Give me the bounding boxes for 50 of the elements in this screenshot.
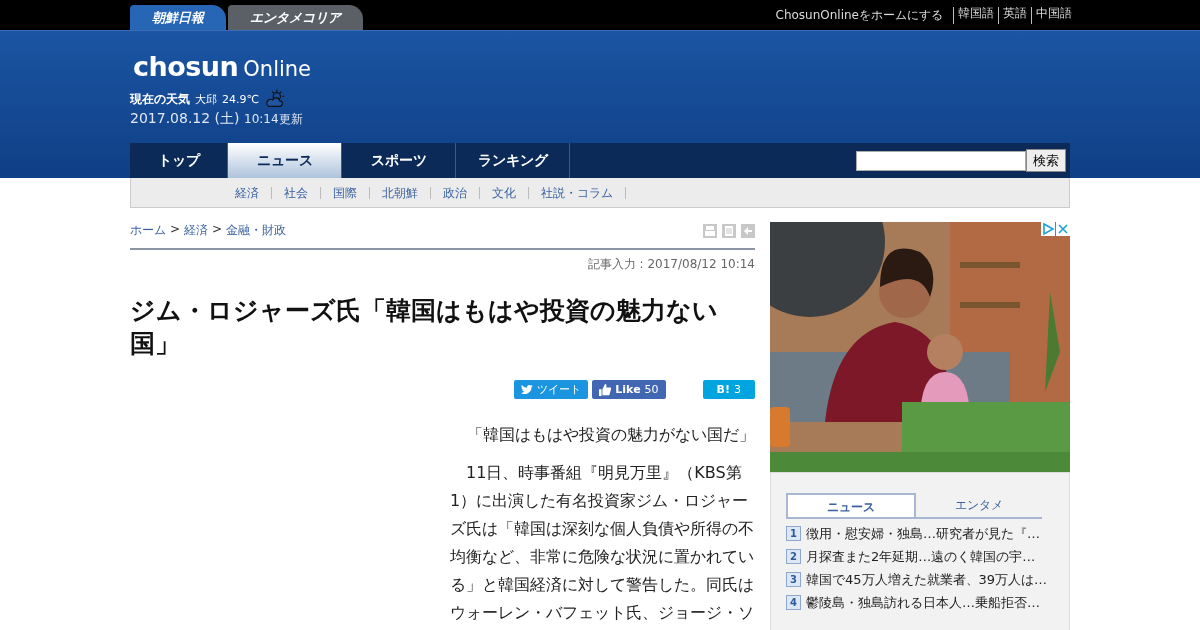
rank-number: 3 bbox=[786, 572, 801, 587]
update-date: 2017.08.12 (土) bbox=[130, 110, 240, 126]
nav-tab[interactable]: ニュース bbox=[228, 143, 342, 178]
thumbs-up-icon bbox=[599, 383, 612, 396]
site-logo-suffix: Online bbox=[243, 57, 312, 81]
weather-label: 現在の天気 bbox=[130, 90, 190, 108]
ad-choices-icon[interactable] bbox=[1041, 222, 1055, 236]
subnav-link[interactable]: 社会 bbox=[272, 186, 321, 199]
sun-cloud-icon bbox=[263, 88, 286, 110]
subnav-link[interactable]: 政治 bbox=[431, 186, 480, 199]
ranking-link[interactable]: 鬱陵島・独島訪れる日本人…乗船拒否… bbox=[806, 593, 1040, 612]
rank-number: 1 bbox=[786, 526, 801, 541]
document-icon[interactable] bbox=[722, 223, 736, 238]
breadcrumb-separator: > bbox=[170, 222, 181, 238]
site-tab[interactable]: エンタメコリア bbox=[228, 5, 363, 30]
subnav-link[interactable]: 国際 bbox=[321, 186, 370, 199]
ranking-tab[interactable]: エンタメ bbox=[916, 493, 1042, 515]
subnav-link[interactable]: 経済 bbox=[223, 186, 272, 199]
breadcrumb-link[interactable]: 金融・財政 bbox=[226, 222, 287, 239]
print-icon[interactable] bbox=[703, 223, 717, 238]
site-tab[interactable]: 朝鮮日報 bbox=[130, 5, 226, 30]
article-timestamp: 記事入力 : 2017/08/12 10:14 bbox=[586, 256, 755, 273]
subnav-link[interactable]: 北朝鮮 bbox=[370, 186, 431, 199]
breadcrumb-link[interactable]: 経済 bbox=[184, 222, 209, 239]
back-icon[interactable] bbox=[741, 223, 755, 238]
like-button[interactable]: Like 50 bbox=[592, 380, 666, 399]
article-body: 11日、時事番組『明見万里』（KBS第1）に出演した有名投資家ジム・ロジャーズ氏は「韓国は深刻な個人負債や所得の不均衡など、非常に危険な状況に置かれている」と韓国経済に対して警告した。同氏はウォーレン・バフェット氏、ジョージ・ソ bbox=[450, 462, 755, 624]
ranking-link[interactable]: 月探査また2年延期…遠のく韓国の宇… bbox=[806, 547, 1036, 566]
breadcrumb-link[interactable]: ホーム bbox=[130, 222, 166, 239]
update-time: 10:14更新 bbox=[244, 112, 303, 126]
article-title: ジム・ロジャーズ氏「韓国はもはや投資の魅力ない国」 bbox=[130, 295, 719, 360]
ranking-link[interactable]: 徴用・慰安婦・独島…研究者が見た『… bbox=[806, 524, 1040, 543]
ranking-link[interactable]: 韓国で45万人増えた就業者、39万人は… bbox=[806, 570, 1048, 589]
ranking-tab[interactable]: ニュース bbox=[786, 493, 916, 517]
top-link[interactable]: 英語 bbox=[998, 6, 1027, 24]
search-button[interactable]: 検索 bbox=[1026, 149, 1066, 172]
article-lead: 「韓国はもはや投資の魅力がない国だ」 bbox=[466, 424, 755, 446]
rank-number: 2 bbox=[786, 549, 801, 564]
subnav-link[interactable]: 社説・コラム bbox=[529, 186, 626, 199]
site-logo[interactable]: chosun bbox=[133, 51, 239, 82]
breadcrumb-separator: > bbox=[212, 222, 223, 238]
weather-temp: 24.9℃ bbox=[222, 92, 259, 106]
bird-icon bbox=[521, 384, 534, 395]
weather-city: 大邱 bbox=[195, 91, 217, 107]
top-link[interactable]: 中国語 bbox=[1031, 6, 1072, 24]
search-field[interactable] bbox=[856, 150, 1026, 171]
top-link[interactable]: ChosunOnlineをホームにする bbox=[775, 6, 943, 24]
subnav-link[interactable]: 文化 bbox=[480, 186, 529, 199]
top-link[interactable]: 韓国語 bbox=[953, 6, 994, 24]
rank-number: 4 bbox=[786, 595, 801, 610]
